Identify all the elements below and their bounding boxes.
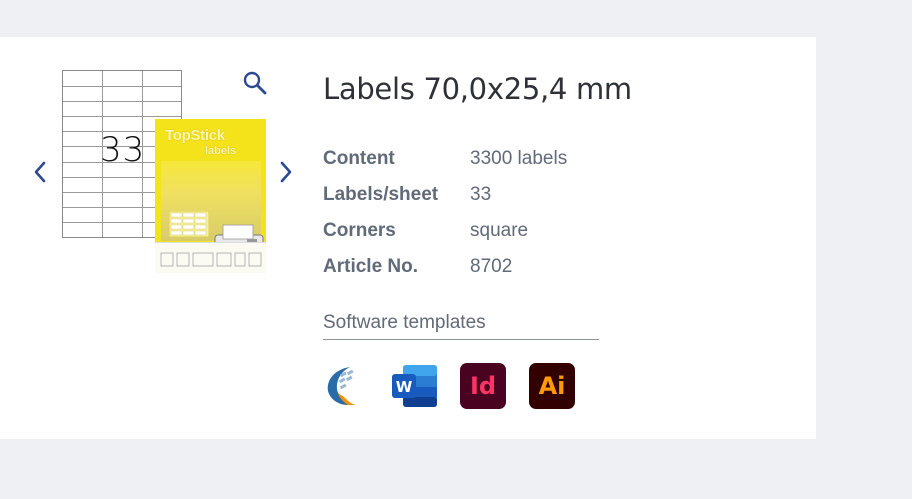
spec-label: Content bbox=[323, 148, 395, 169]
labels-count-overlay: 33 bbox=[100, 130, 146, 170]
sheet-row-line bbox=[63, 116, 181, 118]
indesign-template-button[interactable]: Id bbox=[460, 363, 506, 409]
illustrator-icon: Ai bbox=[538, 372, 566, 400]
chevron-left-icon bbox=[34, 161, 46, 183]
spec-label: Article No. bbox=[323, 256, 419, 277]
zoom-icon[interactable] bbox=[242, 70, 268, 96]
spec-row-article-no: Article No. 8702 bbox=[323, 249, 567, 285]
illustrator-template-button[interactable]: Ai bbox=[529, 363, 575, 409]
topstick-icon bbox=[327, 367, 356, 405]
package-brand: TopStick bbox=[165, 127, 225, 144]
word-template-button[interactable]: W bbox=[391, 363, 437, 409]
sheet-row-line bbox=[63, 86, 181, 88]
spec-row-labels-per-sheet: Labels/sheet 33 bbox=[323, 177, 567, 213]
product-title: Labels 70,0x25,4 mm bbox=[323, 72, 632, 106]
topstick-template-button[interactable] bbox=[322, 363, 368, 409]
spec-value: 8702 bbox=[470, 256, 513, 277]
spec-row-corners: Corners square bbox=[323, 213, 567, 249]
spec-value: square bbox=[470, 220, 529, 241]
word-icon: W bbox=[392, 365, 437, 407]
next-image-button[interactable] bbox=[276, 158, 296, 186]
spec-label: Labels/sheet bbox=[323, 184, 439, 205]
software-templates-heading: Software templates bbox=[323, 312, 599, 340]
spec-row-content: Content 3300 labels bbox=[323, 141, 567, 177]
sheet-row-line bbox=[63, 101, 181, 103]
sample-labels-icon bbox=[169, 211, 209, 237]
indesign-icon: Id bbox=[469, 372, 497, 400]
spec-table: Content 3300 labels Labels/sheet 33 Corn… bbox=[323, 141, 567, 285]
package-subtitle: labels bbox=[205, 145, 237, 157]
spec-value: 3300 labels bbox=[470, 148, 568, 169]
spec-label: Corners bbox=[323, 220, 396, 241]
svg-text:W: W bbox=[396, 378, 413, 396]
chevron-right-icon bbox=[280, 161, 292, 183]
previous-image-button[interactable] bbox=[30, 158, 50, 186]
package-photo bbox=[161, 161, 264, 255]
product-package-image[interactable]: TopStick labels bbox=[155, 119, 266, 273]
package-footer-info bbox=[160, 252, 262, 267]
package-footer bbox=[155, 242, 266, 273]
spec-value: 33 bbox=[470, 184, 492, 205]
